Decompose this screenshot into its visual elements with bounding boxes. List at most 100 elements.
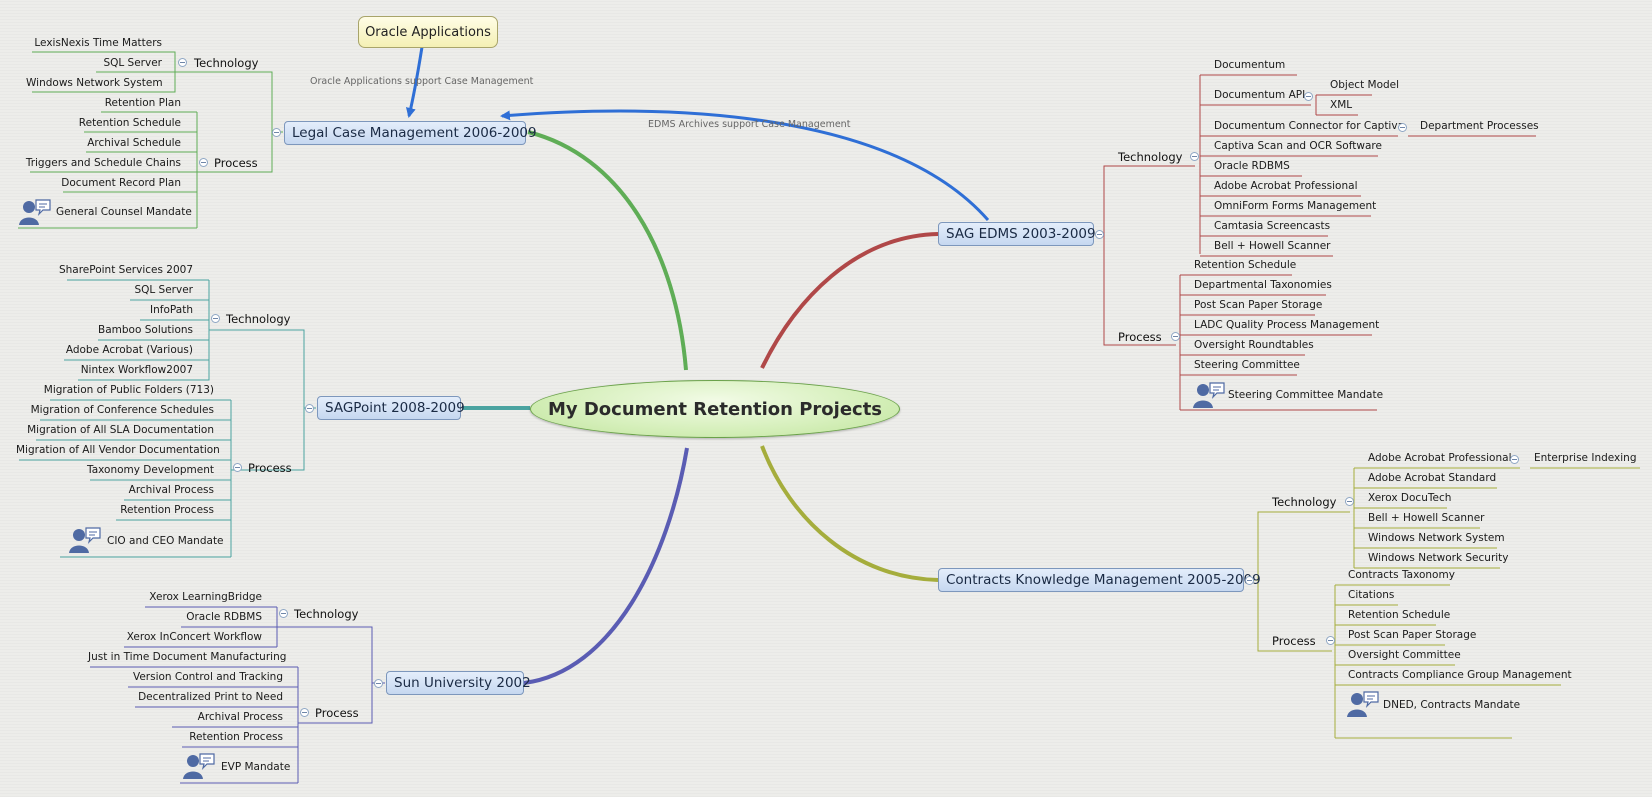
person-speech-icon	[19, 199, 51, 225]
branch-topic-contracts[interactable]: Contracts Knowledge Management 2005-2009	[938, 568, 1261, 592]
group-label-sag-edms-process: Process	[1118, 330, 1162, 344]
collapse-toggle-acrobat-professional[interactable]	[1510, 455, 1519, 464]
branch-topic-sag-edms[interactable]: SAG EDMS 2003-2009	[938, 222, 1096, 246]
collapse-toggle-sagpoint-process[interactable]	[233, 463, 242, 472]
sag-edms-tech-item[interactable]: Documentum	[1212, 59, 1287, 72]
legal-process-item[interactable]: Archival Schedule	[20, 137, 183, 150]
sag-edms-tech-item[interactable]: OmniForm Forms Management	[1212, 200, 1378, 213]
sagpoint-process-item[interactable]: Migration of Conference Schedules	[14, 404, 216, 417]
sag-edms-tech-item[interactable]: Camtasia Screencasts	[1212, 220, 1332, 233]
legal-mandate[interactable]: General Counsel Mandate	[54, 206, 194, 219]
person-speech-icon	[183, 753, 215, 779]
sagpoint-process-item[interactable]: Migration of All SLA Documentation	[14, 424, 216, 437]
collapse-toggle-sun-process[interactable]	[300, 708, 309, 717]
branch-curve-contracts	[760, 445, 939, 582]
sun-tech-item[interactable]: Xerox InConcert Workflow	[120, 631, 264, 644]
contracts-mandate[interactable]: DNED, Contracts Mandate	[1381, 699, 1522, 712]
legal-process-item[interactable]: Triggers and Schedule Chains	[20, 157, 183, 170]
collapse-toggle-sagpoint-technology[interactable]	[211, 314, 220, 323]
sun-tech-item[interactable]: Oracle RDBMS	[120, 611, 264, 624]
sagpoint-process-item[interactable]: Migration of All Vendor Documentation	[14, 444, 220, 457]
contracts-tech-item[interactable]: Windows Network System	[1366, 532, 1507, 545]
contracts-tech-item[interactable]: Bell + Howell Scanner	[1366, 512, 1486, 525]
sun-process-item[interactable]: Just in Time Document Manufacturing	[86, 651, 286, 664]
sun-process-item[interactable]: Archival Process	[86, 711, 285, 724]
group-label-legal-process: Process	[214, 156, 258, 170]
sag-edms-tech-item[interactable]: Captiva Scan and OCR Software	[1212, 140, 1384, 153]
sagpoint-tech-item[interactable]: InfoPath	[40, 304, 195, 317]
documentum-api-child[interactable]: XML	[1328, 99, 1354, 112]
group-label-contracts-technology: Technology	[1272, 495, 1337, 509]
collapse-toggle-sag-edms-process[interactable]	[1171, 332, 1180, 341]
sag-edms-tech-item[interactable]: Bell + Howell Scanner	[1212, 240, 1332, 253]
person-speech-icon	[1347, 691, 1379, 717]
sagpoint-process-item[interactable]: Migration of Public Folders (713)	[14, 384, 216, 397]
central-topic[interactable]: My Document Retention Projects	[530, 380, 900, 438]
collapse-toggle-contracts-technology[interactable]	[1345, 497, 1354, 506]
sagpoint-tech-item[interactable]: Adobe Acrobat (Various)	[40, 344, 195, 357]
group-label-sagpoint-process: Process	[248, 461, 292, 475]
sag-edms-process-item[interactable]: Retention Schedule	[1192, 259, 1298, 272]
contracts-process-item[interactable]: Oversight Committee	[1346, 649, 1463, 662]
sun-process-item[interactable]: Retention Process	[86, 731, 285, 744]
contracts-process-item[interactable]: Retention Schedule	[1346, 609, 1452, 622]
legal-tech-item[interactable]: Windows Network System	[24, 77, 164, 90]
sag-edms-process-item[interactable]: LADC Quality Process Management	[1192, 319, 1381, 332]
contracts-tech-item[interactable]: Xerox DocuTech	[1366, 492, 1453, 505]
sun-process-item[interactable]: Decentralized Print to Need	[86, 691, 285, 704]
legal-process-item[interactable]: Retention Plan	[20, 97, 183, 110]
sag-edms-tech-item[interactable]: Oracle RDBMS	[1212, 160, 1292, 173]
contracts-process-item[interactable]: Citations	[1346, 589, 1396, 602]
acrobat-professional-child[interactable]: Enterprise Indexing	[1532, 452, 1639, 465]
branch-topic-legal[interactable]: Legal Case Management 2006-2009	[284, 121, 537, 145]
legal-process-item[interactable]: Retention Schedule	[20, 117, 183, 130]
contracts-tech-item[interactable]: Adobe Acrobat Professional	[1366, 452, 1514, 465]
contracts-process-item[interactable]: Post Scan Paper Storage	[1346, 629, 1478, 642]
collapse-toggle-legal[interactable]	[272, 128, 281, 137]
sagpoint-tech-item[interactable]: Nintex Workflow2007	[40, 364, 195, 377]
collapse-toggle-sun-technology[interactable]	[279, 609, 288, 618]
contracts-tech-item[interactable]: Adobe Acrobat Standard	[1366, 472, 1498, 485]
sag-edms-process-item[interactable]: Post Scan Paper Storage	[1192, 299, 1324, 312]
collapse-toggle-documentum-api[interactable]	[1304, 92, 1313, 101]
collapse-toggle-sagpoint[interactable]	[305, 404, 314, 413]
sagpoint-process-item[interactable]: Taxonomy Development	[14, 464, 216, 477]
sun-mandate[interactable]: EVP Mandate	[219, 761, 292, 774]
sagpoint-tech-item[interactable]: Bamboo Solutions	[40, 324, 195, 337]
collapse-toggle-contracts-process[interactable]	[1326, 636, 1335, 645]
sagpoint-process-item[interactable]: Retention Process	[14, 504, 216, 517]
floating-topic-oracle-applications[interactable]: Oracle Applications	[358, 16, 498, 48]
sag-edms-process-item[interactable]: Departmental Taxonomies	[1192, 279, 1334, 292]
collapse-toggle-sag-edms-technology[interactable]	[1190, 152, 1199, 161]
sag-edms-tech-item[interactable]: Adobe Acrobat Professional	[1212, 180, 1360, 193]
sagpoint-mandate[interactable]: CIO and CEO Mandate	[105, 535, 226, 548]
sag-edms-tech-item[interactable]: Documentum Connector for Captiva	[1212, 120, 1406, 133]
sag-edms-process-item[interactable]: Oversight Roundtables	[1192, 339, 1316, 352]
sag-edms-tech-item[interactable]: Documentum API	[1212, 89, 1307, 102]
branch-topic-sagpoint[interactable]: SAGPoint 2008-2009	[317, 396, 465, 420]
sagpoint-tech-item[interactable]: SQL Server	[40, 284, 195, 297]
collapse-toggle-sag-edms[interactable]	[1095, 230, 1104, 239]
group-label-sun-technology: Technology	[294, 607, 359, 621]
sag-edms-process-item[interactable]: Steering Committee	[1192, 359, 1302, 372]
sagpoint-tech-item[interactable]: SharePoint Services 2007	[40, 264, 195, 277]
contracts-tech-item[interactable]: Windows Network Security	[1366, 552, 1511, 565]
contracts-process-item[interactable]: Contracts Compliance Group Management	[1346, 669, 1574, 682]
collapse-toggle-legal-process[interactable]	[199, 158, 208, 167]
branch-topic-sun[interactable]: Sun University 2002	[386, 671, 531, 695]
collapse-toggle-legal-technology[interactable]	[178, 58, 187, 67]
documentum-api-child[interactable]: Object Model	[1328, 79, 1401, 92]
legal-tech-item[interactable]: LexisNexis Time Matters	[24, 37, 164, 50]
mind-map-canvas[interactable]: My Document Retention Projects Oracle Ap…	[0, 0, 1652, 797]
sun-process-item[interactable]: Version Control and Tracking	[86, 671, 285, 684]
legal-tech-item[interactable]: SQL Server	[24, 57, 164, 70]
sagpoint-process-item[interactable]: Archival Process	[14, 484, 216, 497]
contracts-process-item[interactable]: Contracts Taxonomy	[1346, 569, 1457, 582]
collapse-toggle-sun[interactable]	[374, 679, 383, 688]
sun-tech-item[interactable]: Xerox LearningBridge	[120, 591, 264, 604]
collapse-toggle-documentum-connector[interactable]	[1398, 123, 1407, 132]
collapse-toggle-contracts[interactable]	[1245, 576, 1254, 585]
sag-edms-mandate[interactable]: Steering Committee Mandate	[1226, 389, 1385, 402]
legal-process-item[interactable]: Document Record Plan	[20, 177, 183, 190]
documentum-connector-child[interactable]: Department Processes	[1418, 120, 1541, 133]
